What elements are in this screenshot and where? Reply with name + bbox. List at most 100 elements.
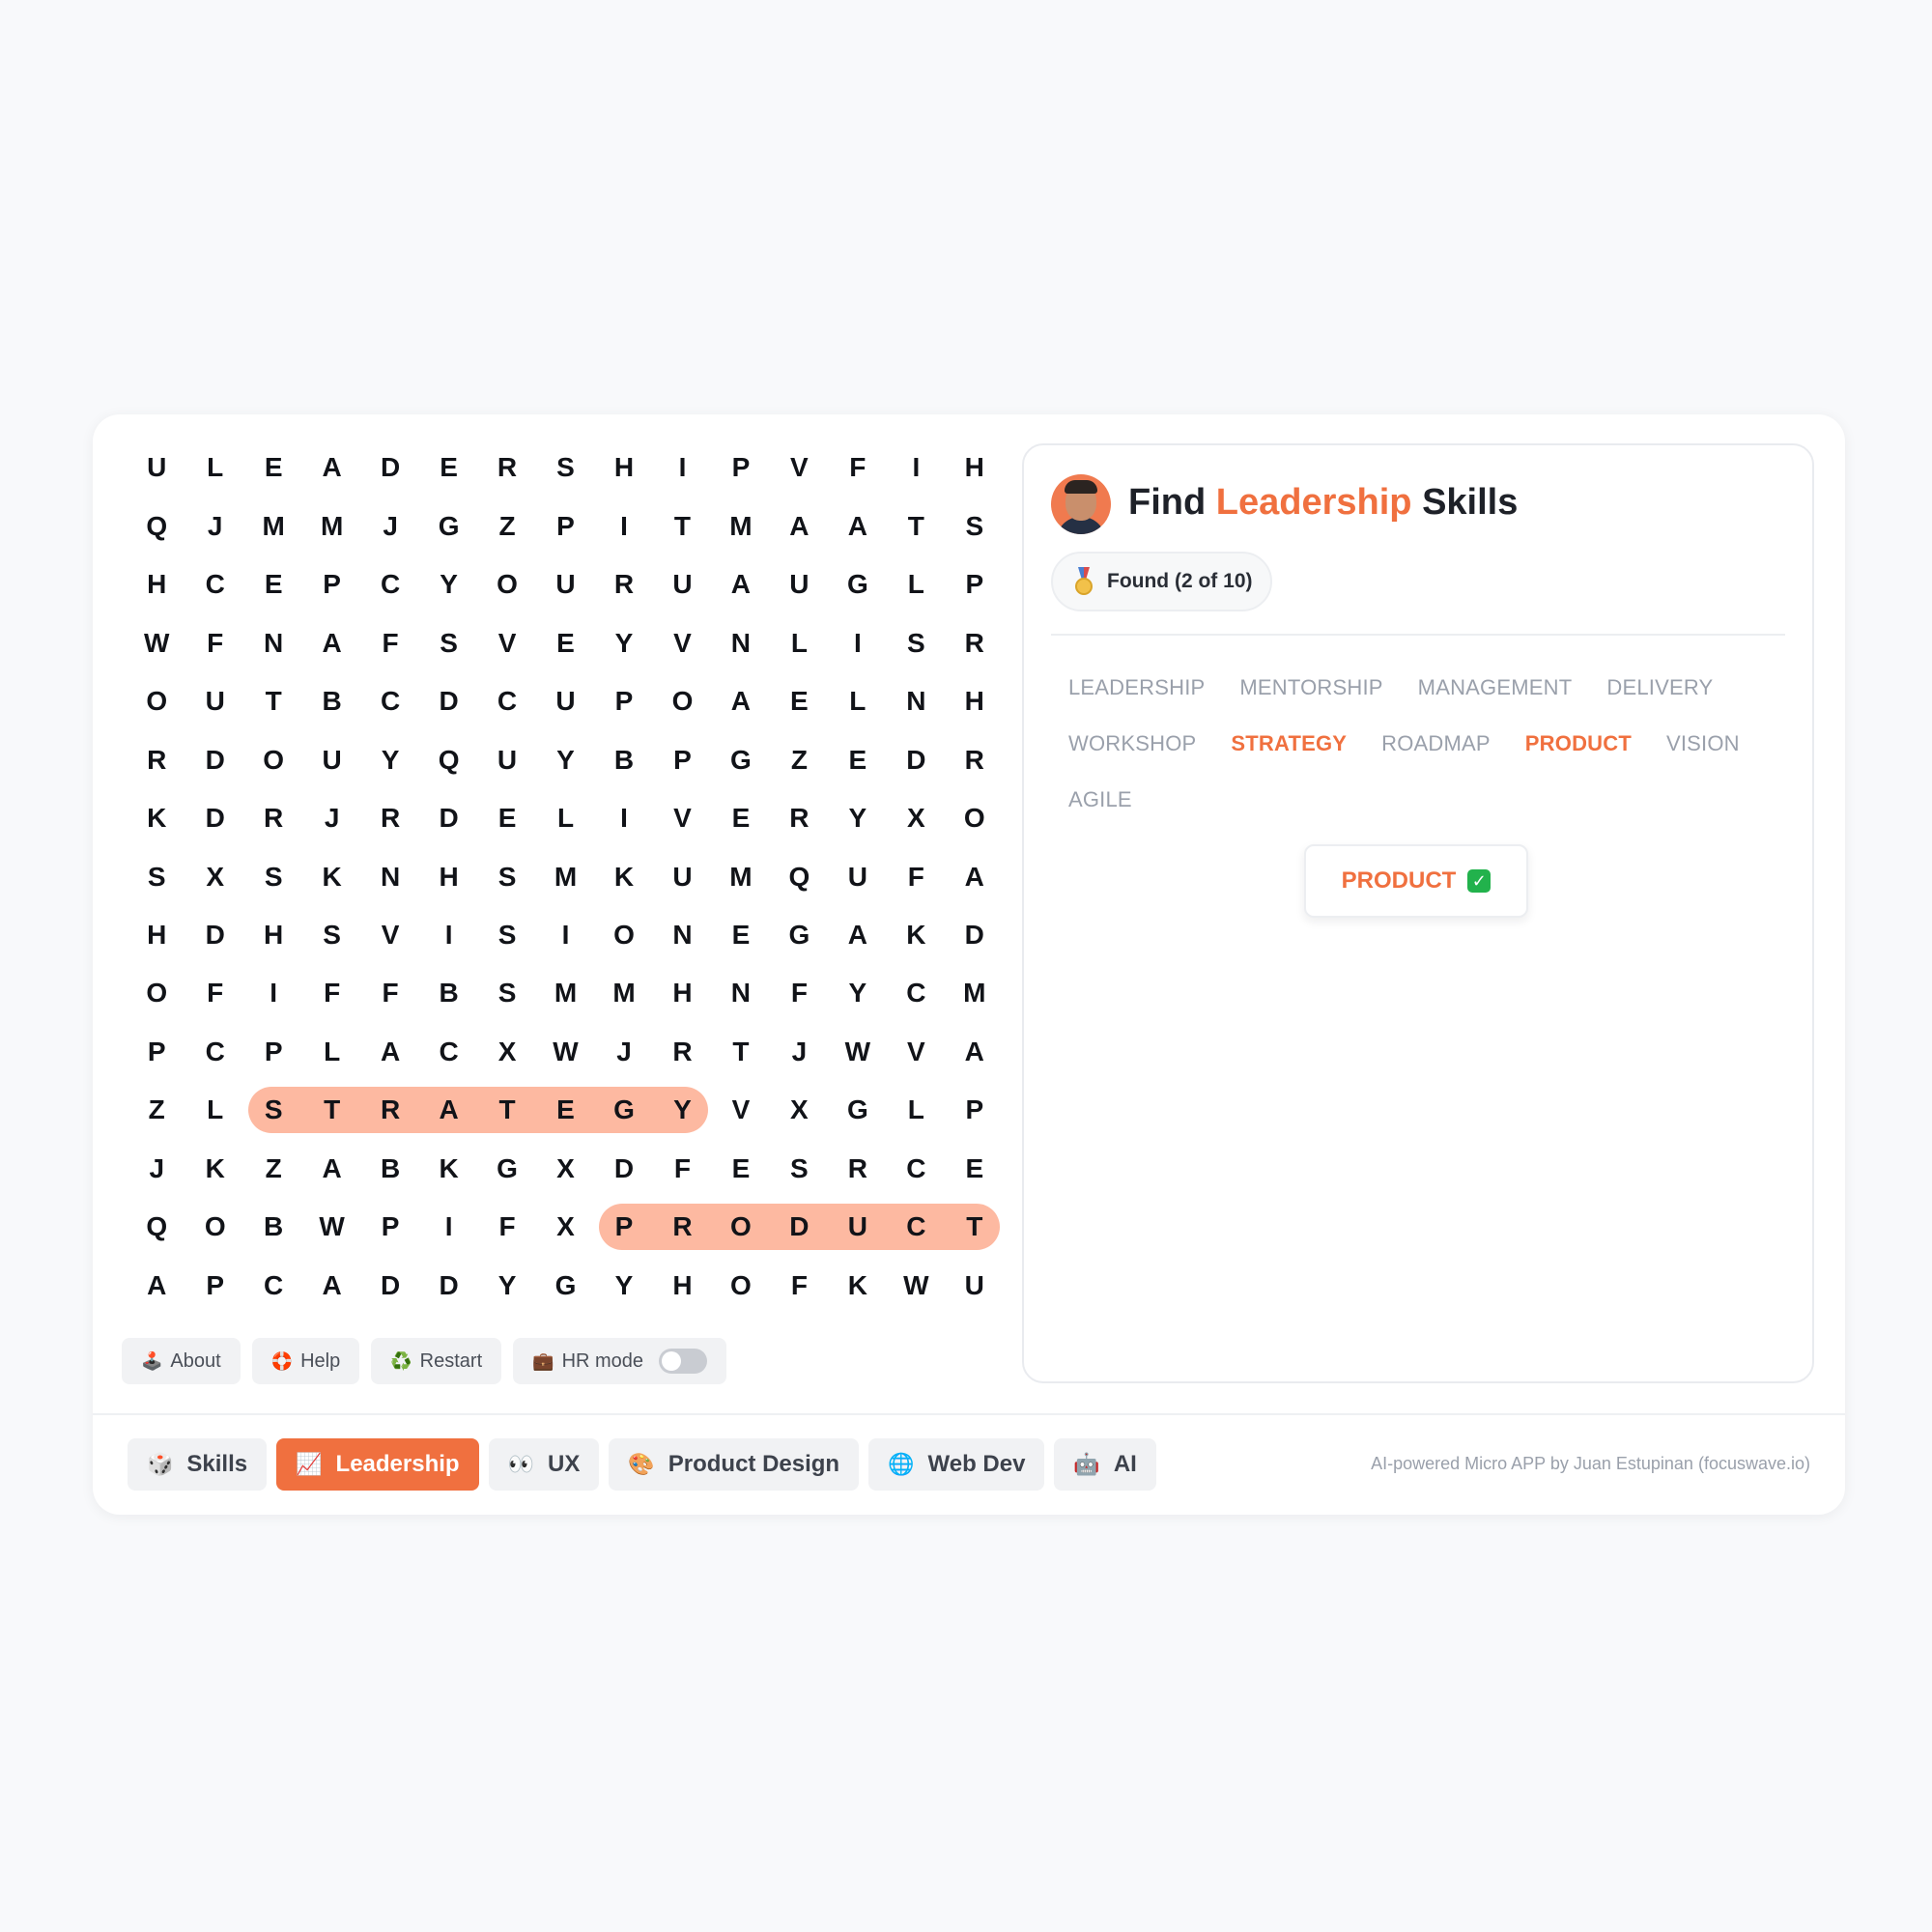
grid-cell[interactable]: S [770, 1140, 828, 1198]
grid-cell[interactable]: R [653, 1023, 711, 1081]
grid-cell[interactable]: L [185, 439, 243, 497]
grid-cell[interactable]: X [770, 1081, 828, 1139]
grid-cell[interactable]: U [536, 555, 594, 613]
grid-cell[interactable]: F [887, 847, 945, 905]
grid-cell[interactable]: A [302, 439, 360, 497]
grid-cell[interactable]: T [244, 672, 302, 730]
grid-cell[interactable]: W [829, 1023, 887, 1081]
grid-cell[interactable]: Z [770, 730, 828, 788]
grid-cell[interactable]: D [595, 1140, 653, 1198]
grid-cell[interactable]: M [244, 497, 302, 554]
grid-cell[interactable]: L [770, 613, 828, 671]
help-button[interactable]: 🛟 Help [251, 1338, 360, 1384]
grid-cell[interactable]: D [946, 906, 1004, 964]
grid-cell[interactable]: O [244, 730, 302, 788]
grid-cell[interactable]: I [419, 1198, 477, 1256]
grid-cell[interactable]: N [712, 613, 770, 671]
grid-cell[interactable]: J [361, 497, 419, 554]
grid-cell[interactable]: U [185, 672, 243, 730]
grid-cell[interactable]: G [829, 1081, 887, 1139]
grid-cell[interactable]: M [946, 964, 1004, 1022]
grid-cell[interactable]: N [244, 613, 302, 671]
grid-cell[interactable]: A [946, 847, 1004, 905]
grid-cell[interactable]: S [478, 906, 536, 964]
grid-cell[interactable]: E [536, 1081, 594, 1139]
grid-cell[interactable]: Q [770, 847, 828, 905]
grid-cell[interactable]: Z [128, 1081, 185, 1139]
grid-cell[interactable]: L [536, 789, 594, 847]
tab-web-dev[interactable]: 🌐 Web Dev [868, 1438, 1045, 1491]
grid-cell[interactable]: R [946, 613, 1004, 671]
grid-cell[interactable]: D [419, 1257, 477, 1315]
grid-cell[interactable]: Z [244, 1140, 302, 1198]
grid-cell[interactable]: O [128, 672, 185, 730]
grid-cell[interactable]: S [536, 439, 594, 497]
grid-cell[interactable]: Y [361, 730, 419, 788]
grid-cell[interactable]: P [244, 1023, 302, 1081]
grid-cell[interactable]: T [478, 1081, 536, 1139]
grid-cell[interactable]: C [887, 1140, 945, 1198]
grid-cell[interactable]: Z [478, 497, 536, 554]
grid-cell[interactable]: D [185, 730, 243, 788]
grid-cell[interactable]: D [185, 789, 243, 847]
grid-cell[interactable]: R [244, 789, 302, 847]
grid-cell[interactable]: Q [419, 730, 477, 788]
grid-cell[interactable]: H [946, 439, 1004, 497]
grid-cell[interactable]: R [653, 1198, 711, 1256]
grid-cell[interactable]: S [128, 847, 185, 905]
grid-cell[interactable]: R [361, 789, 419, 847]
grid-cell[interactable]: O [478, 555, 536, 613]
grid-cell[interactable]: E [946, 1140, 1004, 1198]
grid-cell[interactable]: I [536, 906, 594, 964]
grid-cell[interactable]: W [302, 1198, 360, 1256]
grid-cell[interactable]: H [946, 672, 1004, 730]
grid-cell[interactable]: X [185, 847, 243, 905]
grid-cell[interactable]: K [887, 906, 945, 964]
grid-cell[interactable]: H [128, 555, 185, 613]
grid-cell[interactable]: T [712, 1023, 770, 1081]
grid-cell[interactable]: X [887, 789, 945, 847]
grid-cell[interactable]: U [653, 847, 711, 905]
grid-cell[interactable]: I [653, 439, 711, 497]
grid-cell[interactable]: Y [653, 1081, 711, 1139]
grid-cell[interactable]: U [770, 555, 828, 613]
grid-cell[interactable]: J [128, 1140, 185, 1198]
grid-cell[interactable]: G [478, 1140, 536, 1198]
grid-cell[interactable]: O [653, 672, 711, 730]
grid-cell[interactable]: I [887, 439, 945, 497]
grid-cell[interactable]: H [653, 964, 711, 1022]
grid-cell[interactable]: G [712, 730, 770, 788]
grid-cell[interactable]: Y [536, 730, 594, 788]
grid-cell[interactable]: C [361, 672, 419, 730]
grid-cell[interactable]: P [128, 1023, 185, 1081]
grid-cell[interactable]: A [302, 1140, 360, 1198]
grid-cell[interactable]: S [244, 847, 302, 905]
grid-cell[interactable]: P [946, 1081, 1004, 1139]
grid-cell[interactable]: O [595, 906, 653, 964]
grid-cell[interactable]: Y [419, 555, 477, 613]
grid-cell[interactable]: R [770, 789, 828, 847]
grid-cell[interactable]: P [302, 555, 360, 613]
grid-cell[interactable]: E [244, 555, 302, 613]
grid-cell[interactable]: F [185, 964, 243, 1022]
grid-cell[interactable]: B [361, 1140, 419, 1198]
grid-cell[interactable]: T [302, 1081, 360, 1139]
grid-cell[interactable]: S [419, 613, 477, 671]
grid-cell[interactable]: K [185, 1140, 243, 1198]
grid-cell[interactable]: R [478, 439, 536, 497]
grid-cell[interactable]: B [244, 1198, 302, 1256]
grid-cell[interactable]: C [419, 1023, 477, 1081]
grid-cell[interactable]: S [887, 613, 945, 671]
grid-cell[interactable]: A [419, 1081, 477, 1139]
grid-cell[interactable]: L [829, 672, 887, 730]
grid-cell[interactable]: B [419, 964, 477, 1022]
grid-cell[interactable]: I [829, 613, 887, 671]
grid-cell[interactable]: V [653, 789, 711, 847]
grid-cell[interactable]: V [361, 906, 419, 964]
grid-cell[interactable]: T [653, 497, 711, 554]
grid-cell[interactable]: M [712, 497, 770, 554]
grid-cell[interactable]: P [653, 730, 711, 788]
tab-ux[interactable]: 👀 UX [488, 1438, 600, 1491]
grid-cell[interactable]: Y [595, 613, 653, 671]
grid-cell[interactable]: G [536, 1257, 594, 1315]
